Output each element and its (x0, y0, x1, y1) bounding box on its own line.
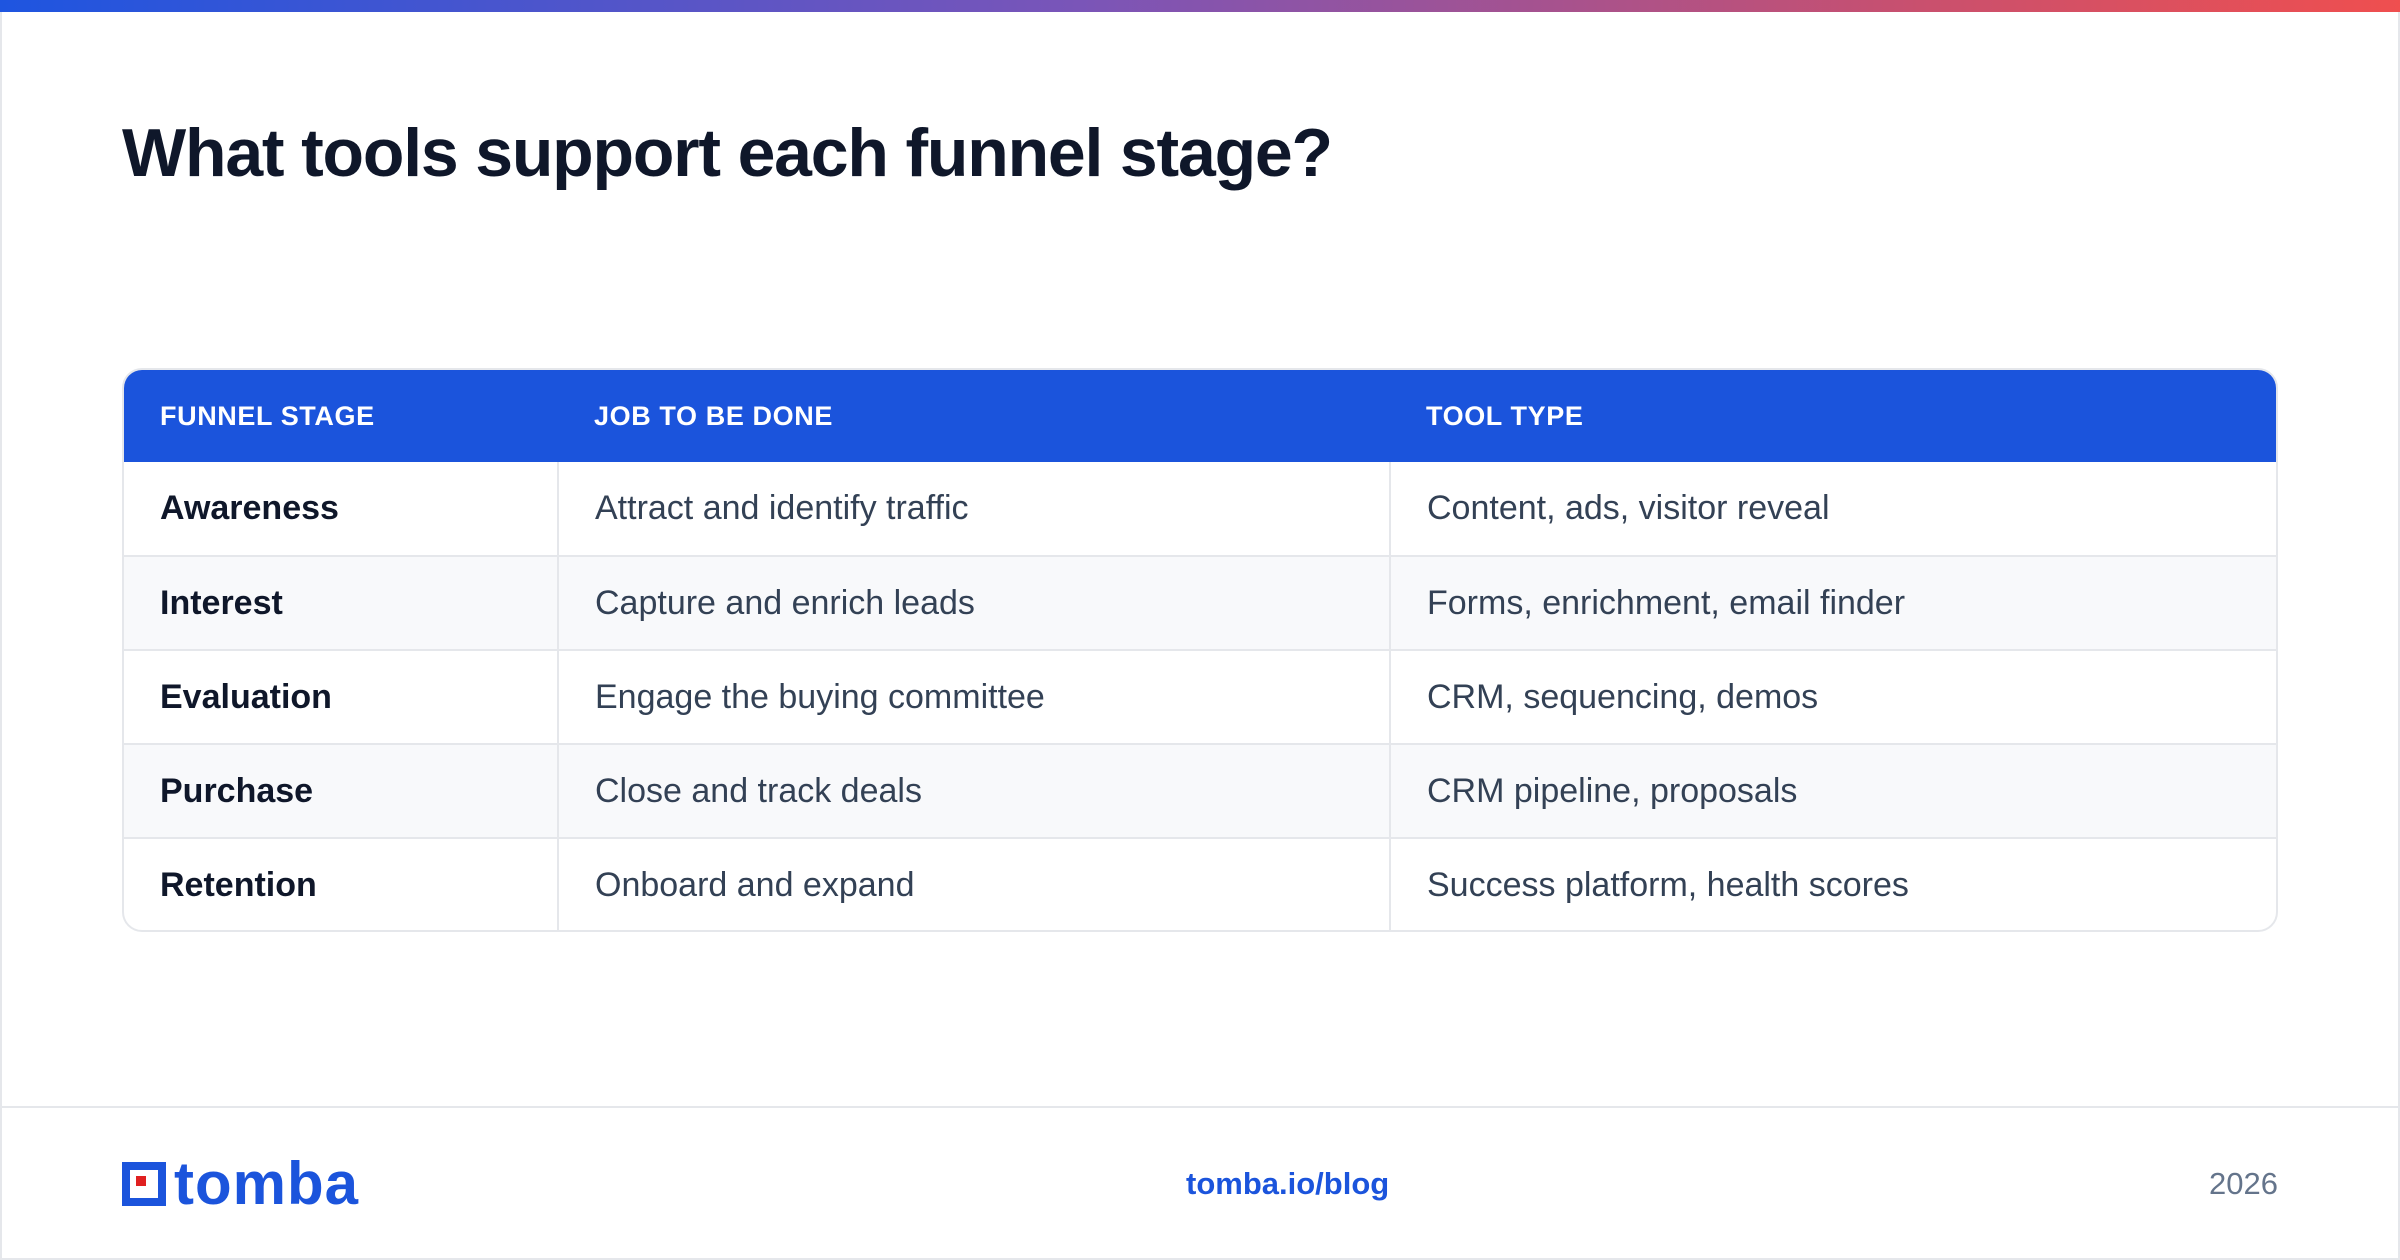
header-funnel-stage: FUNNEL STAGE (160, 400, 375, 431)
cell-job: Onboard and expand (557, 838, 1390, 930)
cell-tool: Forms, enrichment, email finder (1389, 556, 2276, 650)
table: FUNNEL STAGE JOB TO BE DONE TOOL TYPE Aw… (124, 370, 2276, 930)
cell-tool: Success platform, health scores (1389, 838, 2276, 930)
cell-job: Engage the buying committee (557, 650, 1390, 744)
cell-stage: Evaluation (160, 677, 332, 716)
footer-year: 2026 (2209, 1166, 2278, 1201)
tomba-logo-icon (122, 1162, 166, 1206)
top-gradient-bar (0, 0, 2400, 12)
page-title: What tools support each funnel stage? (122, 115, 1333, 191)
cell-stage: Interest (160, 583, 283, 622)
table-row: Interest Capture and enrich leads Forms,… (124, 556, 2276, 650)
cell-job: Close and track deals (557, 744, 1390, 838)
cell-tool: CRM pipeline, proposals (1389, 744, 2276, 838)
cell-stage: Retention (160, 866, 317, 904)
table-row: Purchase Close and track deals CRM pipel… (124, 744, 2276, 838)
cell-tool: CRM, sequencing, demos (1389, 650, 2276, 744)
header-tool-type: TOOL TYPE (1426, 400, 1584, 431)
tomba-logo[interactable]: tomba (122, 1150, 359, 1217)
blog-link[interactable]: tomba.io/blog (1186, 1164, 1389, 1204)
cell-job: Capture and enrich leads (557, 556, 1390, 650)
logo-wordmark: tomba (174, 1150, 359, 1217)
cell-tool: Content, ads, visitor reveal (1389, 462, 2276, 556)
funnel-tools-table: FUNNEL STAGE JOB TO BE DONE TOOL TYPE Aw… (122, 368, 2278, 932)
cell-stage: Purchase (160, 771, 314, 810)
cell-job: Attract and identify traffic (557, 462, 1390, 556)
header-job-to-be-done: JOB TO BE DONE (594, 400, 833, 431)
table-row: Retention Onboard and expand Success pla… (124, 838, 2276, 930)
cell-stage: Awareness (160, 489, 339, 527)
table-header-row: FUNNEL STAGE JOB TO BE DONE TOOL TYPE (124, 370, 2276, 462)
table-row: Awareness Attract and identify traffic C… (124, 462, 2276, 556)
footer-divider (0, 1106, 2400, 1108)
table-row: Evaluation Engage the buying committee C… (124, 650, 2276, 744)
